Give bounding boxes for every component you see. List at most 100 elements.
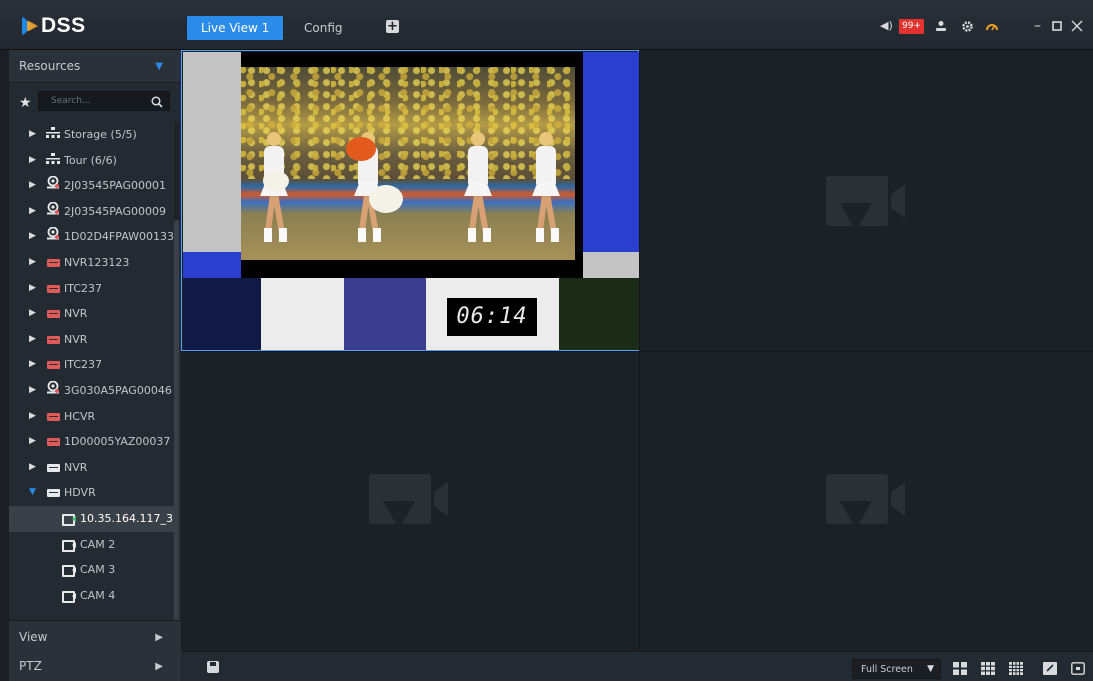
tree-node-device[interactable]: ▶ 2J03545PAG00001 bbox=[9, 173, 174, 199]
camera-playing-icon bbox=[61, 506, 77, 532]
layout-2x2-icon[interactable] bbox=[953, 660, 967, 675]
no-video-camera-icon bbox=[826, 176, 906, 231]
user-icon[interactable] bbox=[935, 17, 947, 35]
group-icon bbox=[45, 148, 61, 174]
close-icon[interactable] bbox=[1071, 17, 1083, 35]
tree-node-label: ITC237 bbox=[64, 358, 102, 372]
tree-node-camera[interactable]: CAM 4 bbox=[9, 583, 174, 609]
tree-node-device[interactable]: ▶ HCVR bbox=[9, 404, 174, 430]
tree-node-device[interactable]: ▶ 1D02D4FPAW00133 bbox=[9, 224, 174, 250]
expand-arrow-icon[interactable]: ▶ bbox=[29, 250, 36, 276]
expand-arrow-icon[interactable]: ▶ bbox=[29, 224, 36, 250]
tree-node-tour[interactable]: ▶ Tour (6/6) bbox=[9, 148, 174, 174]
device-offline-icon bbox=[45, 404, 61, 430]
tree-node-label: NVR123123 bbox=[64, 255, 130, 269]
tab-live-view-1[interactable]: Live View 1 bbox=[187, 16, 284, 40]
tree-node-label: 1D00005YAZ00037 bbox=[64, 435, 171, 449]
settings-icon[interactable] bbox=[961, 17, 974, 35]
tree-node-label: CAM 3 bbox=[80, 563, 116, 577]
favorites-star-icon[interactable]: ★ bbox=[19, 95, 32, 111]
tree-node-camera[interactable]: 10.35.164.117_3 bbox=[9, 505, 174, 532]
fullscreen-select-value: Full Screen bbox=[861, 664, 913, 675]
ipc-icon bbox=[45, 199, 61, 225]
resource-tree: ▶ Storage (5/5) ▶ Tour (6/6) ▶ 2J03545PA… bbox=[9, 122, 174, 608]
expand-arrow-icon[interactable]: ▶ bbox=[29, 378, 36, 404]
alarm-badge[interactable]: 99+ bbox=[899, 17, 924, 35]
video-window-3[interactable] bbox=[181, 352, 639, 651]
tree-node-camera[interactable]: CAM 3 bbox=[9, 557, 174, 583]
video-window-2[interactable] bbox=[640, 50, 1093, 351]
tree-node-device[interactable]: ▶ NVR bbox=[9, 455, 174, 481]
chevron-down-icon[interactable]: ▼ bbox=[155, 50, 163, 83]
collapse-arrow-icon[interactable]: ▼ bbox=[29, 480, 36, 506]
tree-node-label: 10.35.164.117_3 bbox=[80, 511, 173, 525]
tree-node-hdvr[interactable]: ▼ HDVR bbox=[9, 480, 174, 506]
add-tab-icon[interactable]: + bbox=[386, 20, 399, 33]
tree-scrollbar-thumb[interactable] bbox=[174, 220, 179, 660]
expand-arrow-icon[interactable]: ▶ bbox=[29, 148, 36, 174]
tree-node-device[interactable]: ▶ 3G030A5PAG00046 bbox=[9, 378, 174, 404]
device-offline-icon bbox=[45, 429, 61, 455]
layout-4x4-icon[interactable] bbox=[1009, 660, 1023, 675]
tree-node-label: 3G030A5PAG00046 bbox=[64, 383, 172, 397]
search-input[interactable] bbox=[39, 92, 143, 110]
tree-node-label: Storage (5/5) bbox=[64, 128, 137, 141]
tree-node-storage[interactable]: ▶ Storage (5/5) bbox=[9, 122, 174, 148]
expand-arrow-icon[interactable]: ▶ bbox=[29, 352, 36, 378]
sidebar-bottom-panels: View ▶ PTZ ▶ bbox=[9, 620, 181, 681]
bottom-toolbar: Full Screen ▼ bbox=[181, 651, 1093, 681]
fullscreen-select[interactable]: Full Screen ▼ bbox=[852, 659, 941, 679]
video-window-4[interactable] bbox=[640, 352, 1093, 651]
tree-node-label: NVR bbox=[64, 307, 88, 321]
camera-icon bbox=[61, 532, 77, 558]
resources-panel-header[interactable]: Resources ▼ bbox=[9, 50, 181, 83]
tree-node-label: CAM 4 bbox=[80, 588, 116, 602]
expand-arrow-icon[interactable]: ▶ bbox=[29, 199, 36, 225]
expand-arrow-icon[interactable]: ▶ bbox=[29, 327, 36, 353]
tree-node-label: NVR bbox=[64, 460, 88, 474]
tree-node-label: 2J03545PAG00001 bbox=[64, 179, 167, 193]
save-view-icon[interactable] bbox=[207, 661, 219, 673]
view-label: View bbox=[19, 630, 48, 644]
expand-arrow-icon[interactable]: ▶ bbox=[29, 173, 36, 199]
video-window-1[interactable]: 06:14 bbox=[181, 50, 639, 351]
tree-node-camera[interactable]: CAM 2 bbox=[9, 532, 174, 558]
alarm-count-badge: 99+ bbox=[899, 18, 924, 34]
maximize-icon[interactable] bbox=[1052, 17, 1062, 35]
tree-node-label: ITC237 bbox=[64, 281, 102, 295]
expand-arrow-icon[interactable]: ▶ bbox=[29, 276, 36, 302]
tree-node-device[interactable]: ▶ NVR bbox=[9, 327, 174, 353]
chevron-right-icon[interactable]: ▶ bbox=[155, 650, 163, 681]
camera-icon bbox=[61, 583, 77, 609]
view-panel-header[interactable]: View ▶ bbox=[9, 620, 181, 653]
tree-node-device[interactable]: ▶ 2J03545PAG00009 bbox=[9, 199, 174, 225]
no-video-camera-icon bbox=[826, 474, 906, 529]
tree-node-label: HCVR bbox=[64, 409, 96, 423]
fullscreen-toggle-icon[interactable] bbox=[1071, 660, 1085, 675]
app-logo-text: DSS bbox=[41, 14, 86, 37]
tree-node-device[interactable]: ▶ ITC237 bbox=[9, 352, 174, 378]
ipc-icon bbox=[45, 224, 61, 250]
chevron-down-icon[interactable]: ▼ bbox=[927, 660, 934, 679]
expand-arrow-icon[interactable]: ▶ bbox=[29, 429, 36, 455]
expand-arrow-icon[interactable]: ▶ bbox=[29, 455, 36, 481]
performance-gauge-icon[interactable] bbox=[985, 17, 999, 35]
ptz-panel-header[interactable]: PTZ ▶ bbox=[9, 650, 181, 681]
tab-config[interactable]: Config bbox=[290, 16, 357, 40]
tree-node-device[interactable]: ▶ NVR bbox=[9, 301, 174, 327]
device-online-icon bbox=[45, 455, 61, 481]
minimize-icon[interactable]: – bbox=[1034, 17, 1041, 35]
expand-arrow-icon[interactable]: ▶ bbox=[29, 404, 36, 430]
tree-node-device[interactable]: ▶ NVR123123 bbox=[9, 250, 174, 276]
volume-icon[interactable]: ◀) bbox=[880, 17, 893, 35]
tree-node-device[interactable]: ▶ ITC237 bbox=[9, 276, 174, 302]
tree-node-device[interactable]: ▶ 1D00005YAZ00037 bbox=[9, 429, 174, 455]
no-video-camera-icon bbox=[369, 474, 449, 529]
search-icon[interactable] bbox=[151, 93, 163, 112]
resource-search[interactable] bbox=[38, 91, 170, 111]
dss-logo-mark bbox=[22, 16, 38, 36]
layout-3x3-icon[interactable] bbox=[981, 660, 995, 675]
custom-layout-icon[interactable] bbox=[1043, 660, 1057, 675]
expand-arrow-icon[interactable]: ▶ bbox=[29, 301, 36, 327]
expand-arrow-icon[interactable]: ▶ bbox=[29, 122, 36, 148]
